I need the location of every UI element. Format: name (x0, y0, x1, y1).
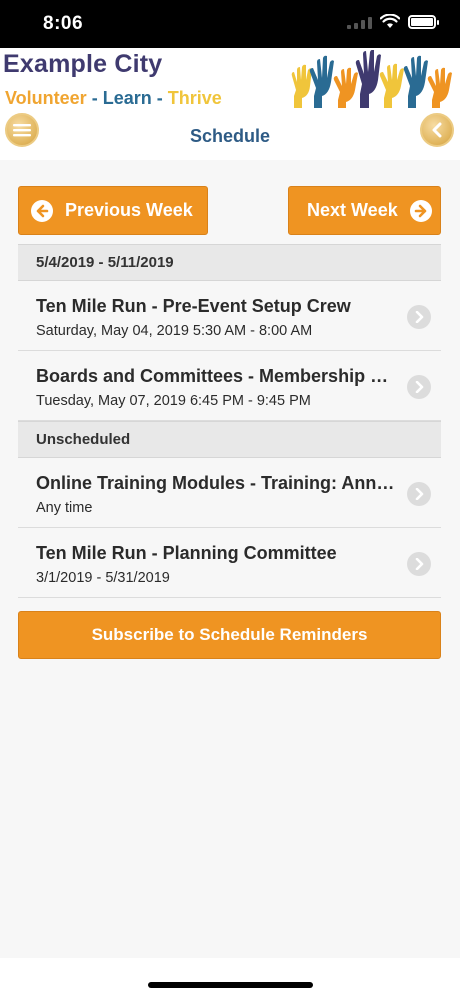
raised-hands-logo (291, 50, 452, 108)
tagline-learn: Learn (102, 88, 152, 108)
chevron-right-icon (407, 482, 431, 506)
item-title: Boards and Committees - Membership Commi… (36, 366, 396, 386)
item-subtitle: Any time (36, 500, 93, 516)
arrow-left-icon (31, 199, 53, 222)
item-subtitle: Tuesday, May 07, 2019 6:45 PM - 9:45 PM (36, 393, 311, 409)
item-title: Ten Mile Run - Pre-Event Setup Crew (36, 296, 351, 316)
list-item[interactable]: Ten Mile Run - Pre-Event Setup Crew Satu… (18, 281, 441, 351)
chevron-right-icon (407, 552, 431, 576)
item-subtitle: Saturday, May 04, 2019 5:30 AM - 8:00 AM (36, 323, 313, 339)
status-bar: 8:06 (0, 0, 460, 48)
schedule-list: 5/4/2019 - 5/11/2019 Ten Mile Run - Pre-… (18, 244, 441, 598)
bottom-bar (0, 958, 460, 996)
tagline-dash: - (156, 88, 163, 108)
list-item[interactable]: Boards and Committees - Membership Commi… (18, 351, 441, 421)
list-item[interactable]: Ten Mile Run - Planning Committee 3/1/20… (18, 528, 441, 598)
signal-icon (347, 15, 372, 29)
app-header: Example City Volunteer - Learn - Thrive … (0, 48, 460, 160)
status-time: 8:06 (43, 13, 84, 34)
tagline-dash: - (91, 88, 98, 108)
previous-week-label: Previous Week (65, 200, 193, 220)
chevron-left-icon (432, 122, 442, 138)
battery-icon (408, 14, 439, 29)
brand-title: Example City (3, 50, 163, 78)
subscribe-reminders-button[interactable]: Subscribe to Schedule Reminders (18, 611, 441, 659)
item-subtitle: 3/1/2019 - 5/31/2019 (36, 570, 170, 586)
previous-week-button[interactable]: Previous Week (18, 186, 208, 235)
section-header-week: 5/4/2019 - 5/11/2019 (18, 244, 441, 281)
tagline-thrive: Thrive (167, 88, 222, 108)
chevron-right-icon (407, 305, 431, 329)
tagline: Volunteer - Learn - Thrive (5, 88, 222, 109)
tagline-volunteer: Volunteer (5, 88, 87, 108)
status-icons (347, 14, 439, 29)
item-title: Online Training Modules - Training: Annu… (36, 473, 396, 493)
chevron-right-icon (407, 375, 431, 399)
next-week-label: Next Week (307, 200, 398, 220)
item-title: Ten Mile Run - Planning Committee (36, 543, 337, 563)
arrow-right-icon (409, 199, 432, 222)
section-header-unscheduled: Unscheduled (18, 421, 441, 458)
back-button[interactable] (420, 113, 454, 147)
list-item[interactable]: Online Training Modules - Training: Annu… (18, 458, 441, 528)
home-indicator[interactable] (148, 982, 313, 988)
next-week-button[interactable]: Next Week (288, 186, 441, 235)
wifi-icon (380, 14, 400, 28)
page-title: Schedule (189, 126, 271, 146)
